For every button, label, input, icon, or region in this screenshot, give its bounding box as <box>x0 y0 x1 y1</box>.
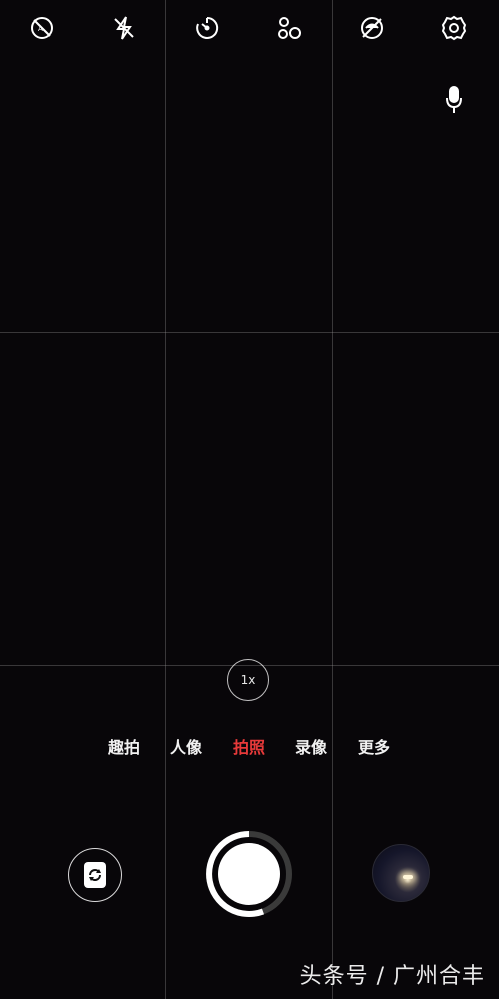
grid-line-vertical <box>165 0 166 999</box>
flash-off-icon[interactable] <box>104 8 144 48</box>
mode-photo-active[interactable]: 拍照 <box>229 736 269 760</box>
filters-icon[interactable] <box>269 8 309 48</box>
switch-camera-button[interactable] <box>68 848 122 902</box>
thumbnail-light <box>403 875 413 879</box>
zoom-level-button[interactable]: 1x <box>227 659 269 701</box>
gallery-thumbnail[interactable] <box>372 844 430 902</box>
timer-icon[interactable] <box>187 8 227 48</box>
camera-mode-selector: 趣拍 人像 拍照 录像 更多 <box>0 736 499 760</box>
beauty-off-icon[interactable] <box>352 8 392 48</box>
microphone-icon[interactable] <box>440 84 468 116</box>
hdr-auto-icon[interactable]: A <box>22 8 62 48</box>
mode-fun-shot[interactable]: 趣拍 <box>104 736 144 760</box>
zoom-label: 1x <box>240 673 256 687</box>
mode-video[interactable]: 录像 <box>291 736 331 760</box>
switch-camera-icon <box>84 862 106 888</box>
grid-line-horizontal <box>0 332 499 333</box>
settings-icon[interactable] <box>434 8 474 48</box>
mode-more[interactable]: 更多 <box>354 736 394 760</box>
grid-line-vertical <box>332 0 333 999</box>
shutter-core <box>218 843 280 905</box>
mode-portrait[interactable]: 人像 <box>166 736 206 760</box>
watermark: 头条号 / 广州合丰 <box>299 964 485 989</box>
svg-text:A: A <box>38 25 43 33</box>
top-toolbar: A <box>0 8 499 48</box>
shutter-button[interactable] <box>205 830 293 918</box>
